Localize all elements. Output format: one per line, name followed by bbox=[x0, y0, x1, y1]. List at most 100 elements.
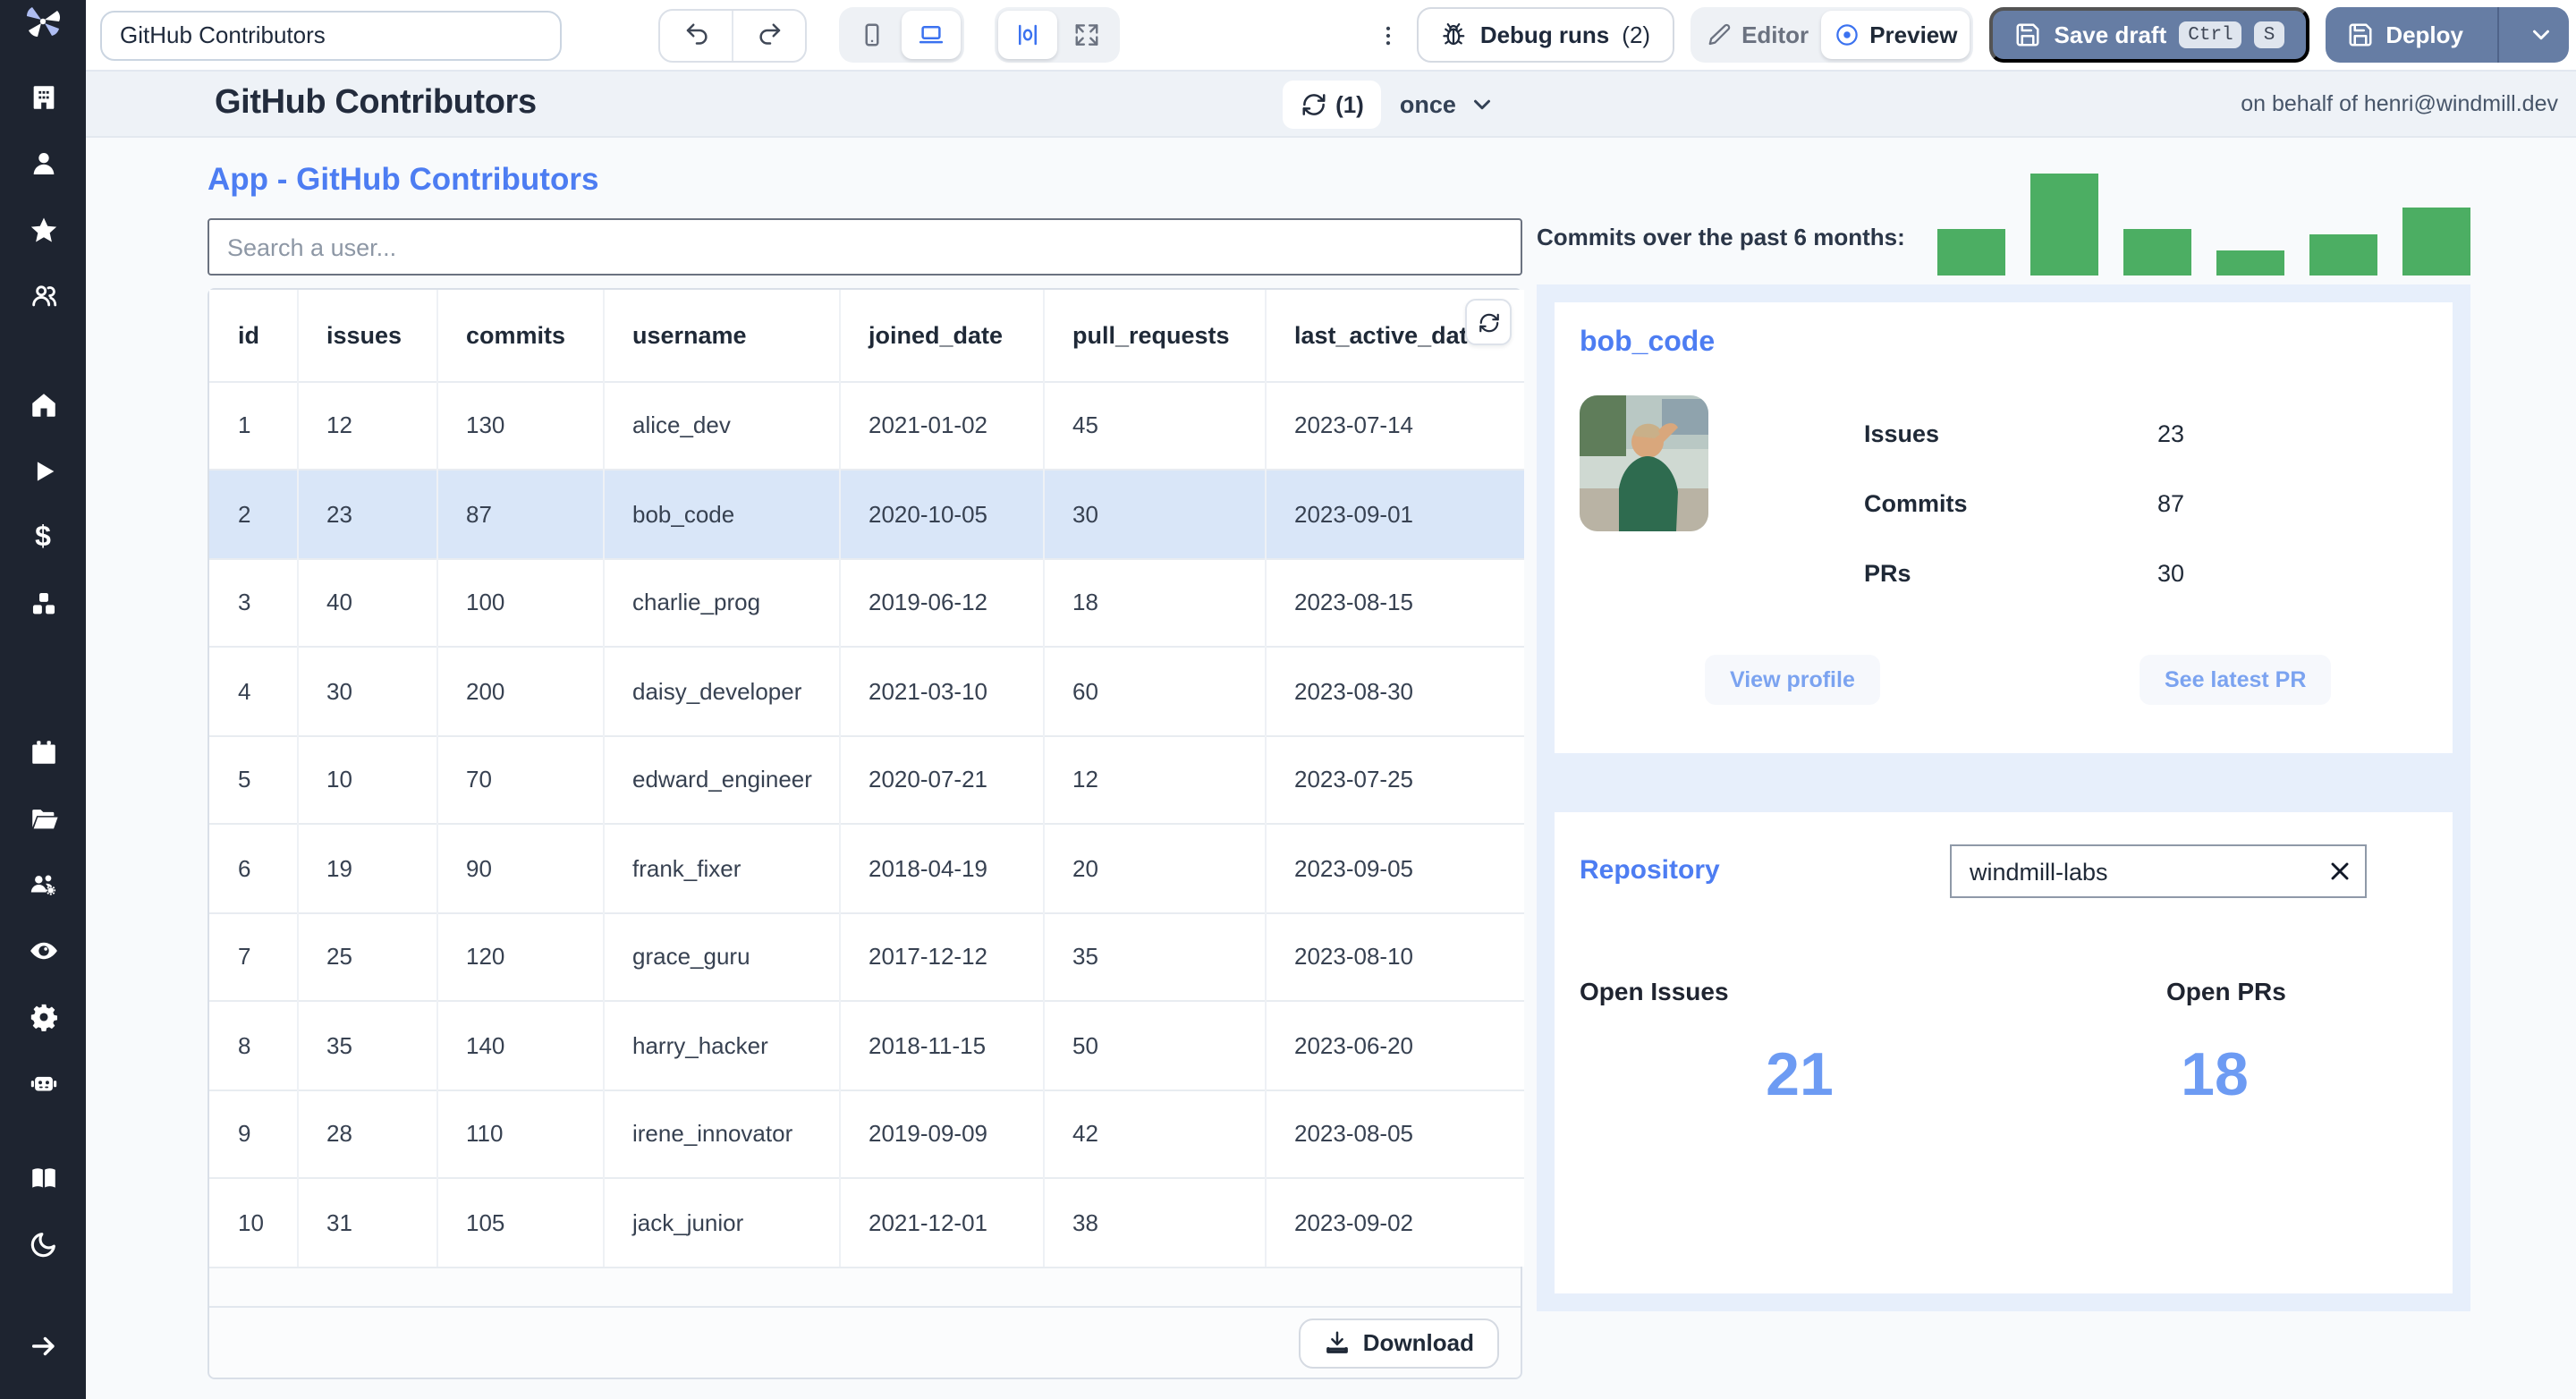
table-row[interactable]: 8 35 140 harry_hacker 2018-11-15 50 2023-06-20 bbox=[209, 1000, 1524, 1090]
chevron-down-icon bbox=[2532, 30, 2548, 40]
table-row[interactable]: 4 30 200 daisy_developer 2021-03-10 60 2023-08… bbox=[209, 646, 1524, 735]
sidebar-item-schedules[interactable] bbox=[0, 719, 86, 785]
commits-chart-label: Commits over the past 6 months: bbox=[1537, 224, 1905, 250]
sidebar-item-favorites[interactable] bbox=[0, 197, 86, 263]
table-cell: 23 bbox=[297, 469, 437, 558]
table-row[interactable]: 5 10 70 edward_engineer 2020-07-21 12 2023-07-… bbox=[209, 734, 1524, 824]
stat-row: Commits 87 bbox=[1864, 469, 2184, 538]
sidebar-item-user[interactable] bbox=[0, 131, 86, 197]
sidebar-item-ai[interactable] bbox=[0, 1050, 86, 1116]
undo-redo-group bbox=[658, 8, 807, 62]
table-column-header[interactable]: issues bbox=[297, 290, 437, 381]
sidebar-item-workspace[interactable] bbox=[0, 64, 86, 131]
table-cell: alice_dev bbox=[603, 380, 840, 470]
table-cell: 7 bbox=[209, 911, 298, 1001]
table-cell: 2023-06-20 bbox=[1265, 1000, 1524, 1090]
sidebar-item-workers[interactable] bbox=[0, 852, 86, 918]
table-column-header[interactable]: joined_date bbox=[839, 290, 1044, 381]
open-prs-value: 18 bbox=[2181, 1041, 2249, 1109]
user-stats: Issues 23 Commits 87 PRs 30 bbox=[1864, 399, 2184, 608]
book-open-icon bbox=[31, 1168, 55, 1188]
table-cell: daisy_developer bbox=[603, 646, 840, 735]
stat-row: Issues 23 bbox=[1864, 399, 2184, 469]
windmill-logo[interactable] bbox=[0, 0, 86, 43]
table-cell: 9 bbox=[209, 1089, 298, 1178]
sidebar-item-dark-mode[interactable] bbox=[0, 1211, 86, 1277]
save-icon bbox=[2017, 23, 2039, 47]
table-row[interactable]: 1 12 130 alice_dev 2021-01-02 45 2023-07-14 bbox=[209, 380, 1524, 470]
app-header: GitHub Contributors (1) once on behalf o… bbox=[86, 72, 2576, 138]
table-row[interactable]: 6 19 90 frank_fixer 2018-04-19 20 2023-09-05 bbox=[209, 823, 1524, 912]
commit-bar bbox=[2216, 250, 2284, 276]
table-cell: 200 bbox=[436, 646, 604, 735]
repository-input[interactable] bbox=[1950, 844, 2367, 898]
sidebar-item-users-group[interactable] bbox=[0, 263, 86, 329]
table-row[interactable]: 2 23 87 bob_code 2020-10-05 30 2023-09-01 bbox=[209, 469, 1524, 558]
see-latest-pr-button[interactable]: See latest PR bbox=[2140, 655, 2332, 705]
user-card-title: bob_code bbox=[1580, 327, 1716, 358]
sidebar-item-billing[interactable]: $ bbox=[0, 504, 86, 571]
table-cell: 2023-08-10 bbox=[1265, 911, 1524, 1001]
app-page-title: GitHub Contributors bbox=[215, 84, 537, 122]
sidebar-item-home[interactable] bbox=[0, 372, 86, 438]
sidebar-item-audit-logs[interactable] bbox=[0, 918, 86, 984]
table-column-header[interactable]: username bbox=[603, 290, 840, 381]
table-cell: 2021-12-01 bbox=[839, 1177, 1044, 1267]
table-column-header[interactable]: pull_requests bbox=[1043, 290, 1266, 381]
app-refresh-button[interactable]: (1) bbox=[1282, 80, 1382, 128]
table-cell: 60 bbox=[1043, 646, 1266, 735]
debug-runs-button[interactable]: Debug runs (2) bbox=[1417, 7, 1674, 63]
editor-tab[interactable]: Editor bbox=[1693, 11, 1821, 59]
center-layout-button[interactable] bbox=[998, 11, 1057, 59]
deploy-label: Deploy bbox=[2385, 21, 2463, 48]
redo-button[interactable] bbox=[733, 10, 805, 60]
table-column-header[interactable]: commits bbox=[436, 290, 604, 381]
save-draft-button[interactable]: Save draft Ctrl S bbox=[1989, 7, 2309, 63]
commits-bar-chart bbox=[1937, 174, 2470, 276]
sidebar-item-settings[interactable] bbox=[0, 984, 86, 1050]
table-cell: 110 bbox=[436, 1089, 604, 1178]
deploy-dropdown-button[interactable] bbox=[2512, 7, 2569, 63]
sidebar-item-docs[interactable] bbox=[0, 1145, 86, 1211]
table-row[interactable]: 9 28 110 irene_innovator 2019-09-09 42 2023-08… bbox=[209, 1089, 1524, 1178]
mobile-view-button[interactable] bbox=[843, 11, 902, 59]
sidebar-group-admin bbox=[0, 698, 86, 1138]
table-cell: jack_junior bbox=[603, 1177, 840, 1267]
table-refresh-button[interactable] bbox=[1465, 299, 1512, 345]
table-cell: 2021-01-02 bbox=[839, 380, 1044, 470]
schedule-label: once bbox=[1399, 90, 1456, 117]
search-user-input[interactable] bbox=[208, 218, 1522, 276]
deploy-button[interactable]: Deploy bbox=[2325, 7, 2485, 63]
user-card: bob_code Issues 23 Commits 87 PRs 30 Vie… bbox=[1555, 302, 2453, 753]
table-header-row: id issues commits username joined_date pull_r… bbox=[209, 290, 1524, 381]
divider bbox=[2497, 7, 2499, 63]
schedule-dropdown[interactable]: once bbox=[1400, 90, 1496, 117]
cubes-icon bbox=[31, 592, 55, 615]
table-cell: 10 bbox=[209, 1177, 298, 1267]
download-button[interactable]: Download bbox=[1298, 1318, 1499, 1368]
table-row[interactable]: 7 25 120 grace_guru 2017-12-12 35 2023-08-10 bbox=[209, 911, 1524, 1001]
app-title-input[interactable] bbox=[100, 10, 562, 60]
table-cell: 2023-07-25 bbox=[1265, 734, 1524, 824]
undo-button[interactable] bbox=[660, 10, 732, 60]
sidebar-item-resources[interactable] bbox=[0, 571, 86, 637]
more-menu-button[interactable] bbox=[1377, 17, 1402, 53]
kbd-ctrl: Ctrl bbox=[2179, 21, 2242, 48]
sidebar-item-runs[interactable] bbox=[0, 438, 86, 504]
fullscreen-button[interactable] bbox=[1057, 11, 1116, 59]
play-icon bbox=[36, 462, 54, 481]
table-column-header[interactable]: id bbox=[209, 290, 298, 381]
stat-label: Commits bbox=[1864, 490, 1968, 517]
table-row[interactable]: 10 31 105 jack_junior 2021-12-01 38 2023-09-02 bbox=[209, 1177, 1524, 1267]
view-profile-button[interactable]: View profile bbox=[1705, 655, 1880, 705]
sidebar-item-folders[interactable] bbox=[0, 785, 86, 852]
desktop-view-button[interactable] bbox=[902, 11, 961, 59]
sidebar-expand-button[interactable] bbox=[0, 1313, 86, 1379]
eye-icon bbox=[30, 942, 56, 960]
user-group-gear-icon bbox=[30, 875, 55, 895]
table-cell: 19 bbox=[297, 823, 437, 912]
table-row[interactable]: 3 40 100 charlie_prog 2019-06-12 18 2023-08-15 bbox=[209, 557, 1524, 647]
star-icon bbox=[30, 217, 56, 242]
clear-x-icon[interactable] bbox=[2326, 857, 2354, 886]
preview-tab[interactable]: Preview bbox=[1821, 11, 1970, 59]
